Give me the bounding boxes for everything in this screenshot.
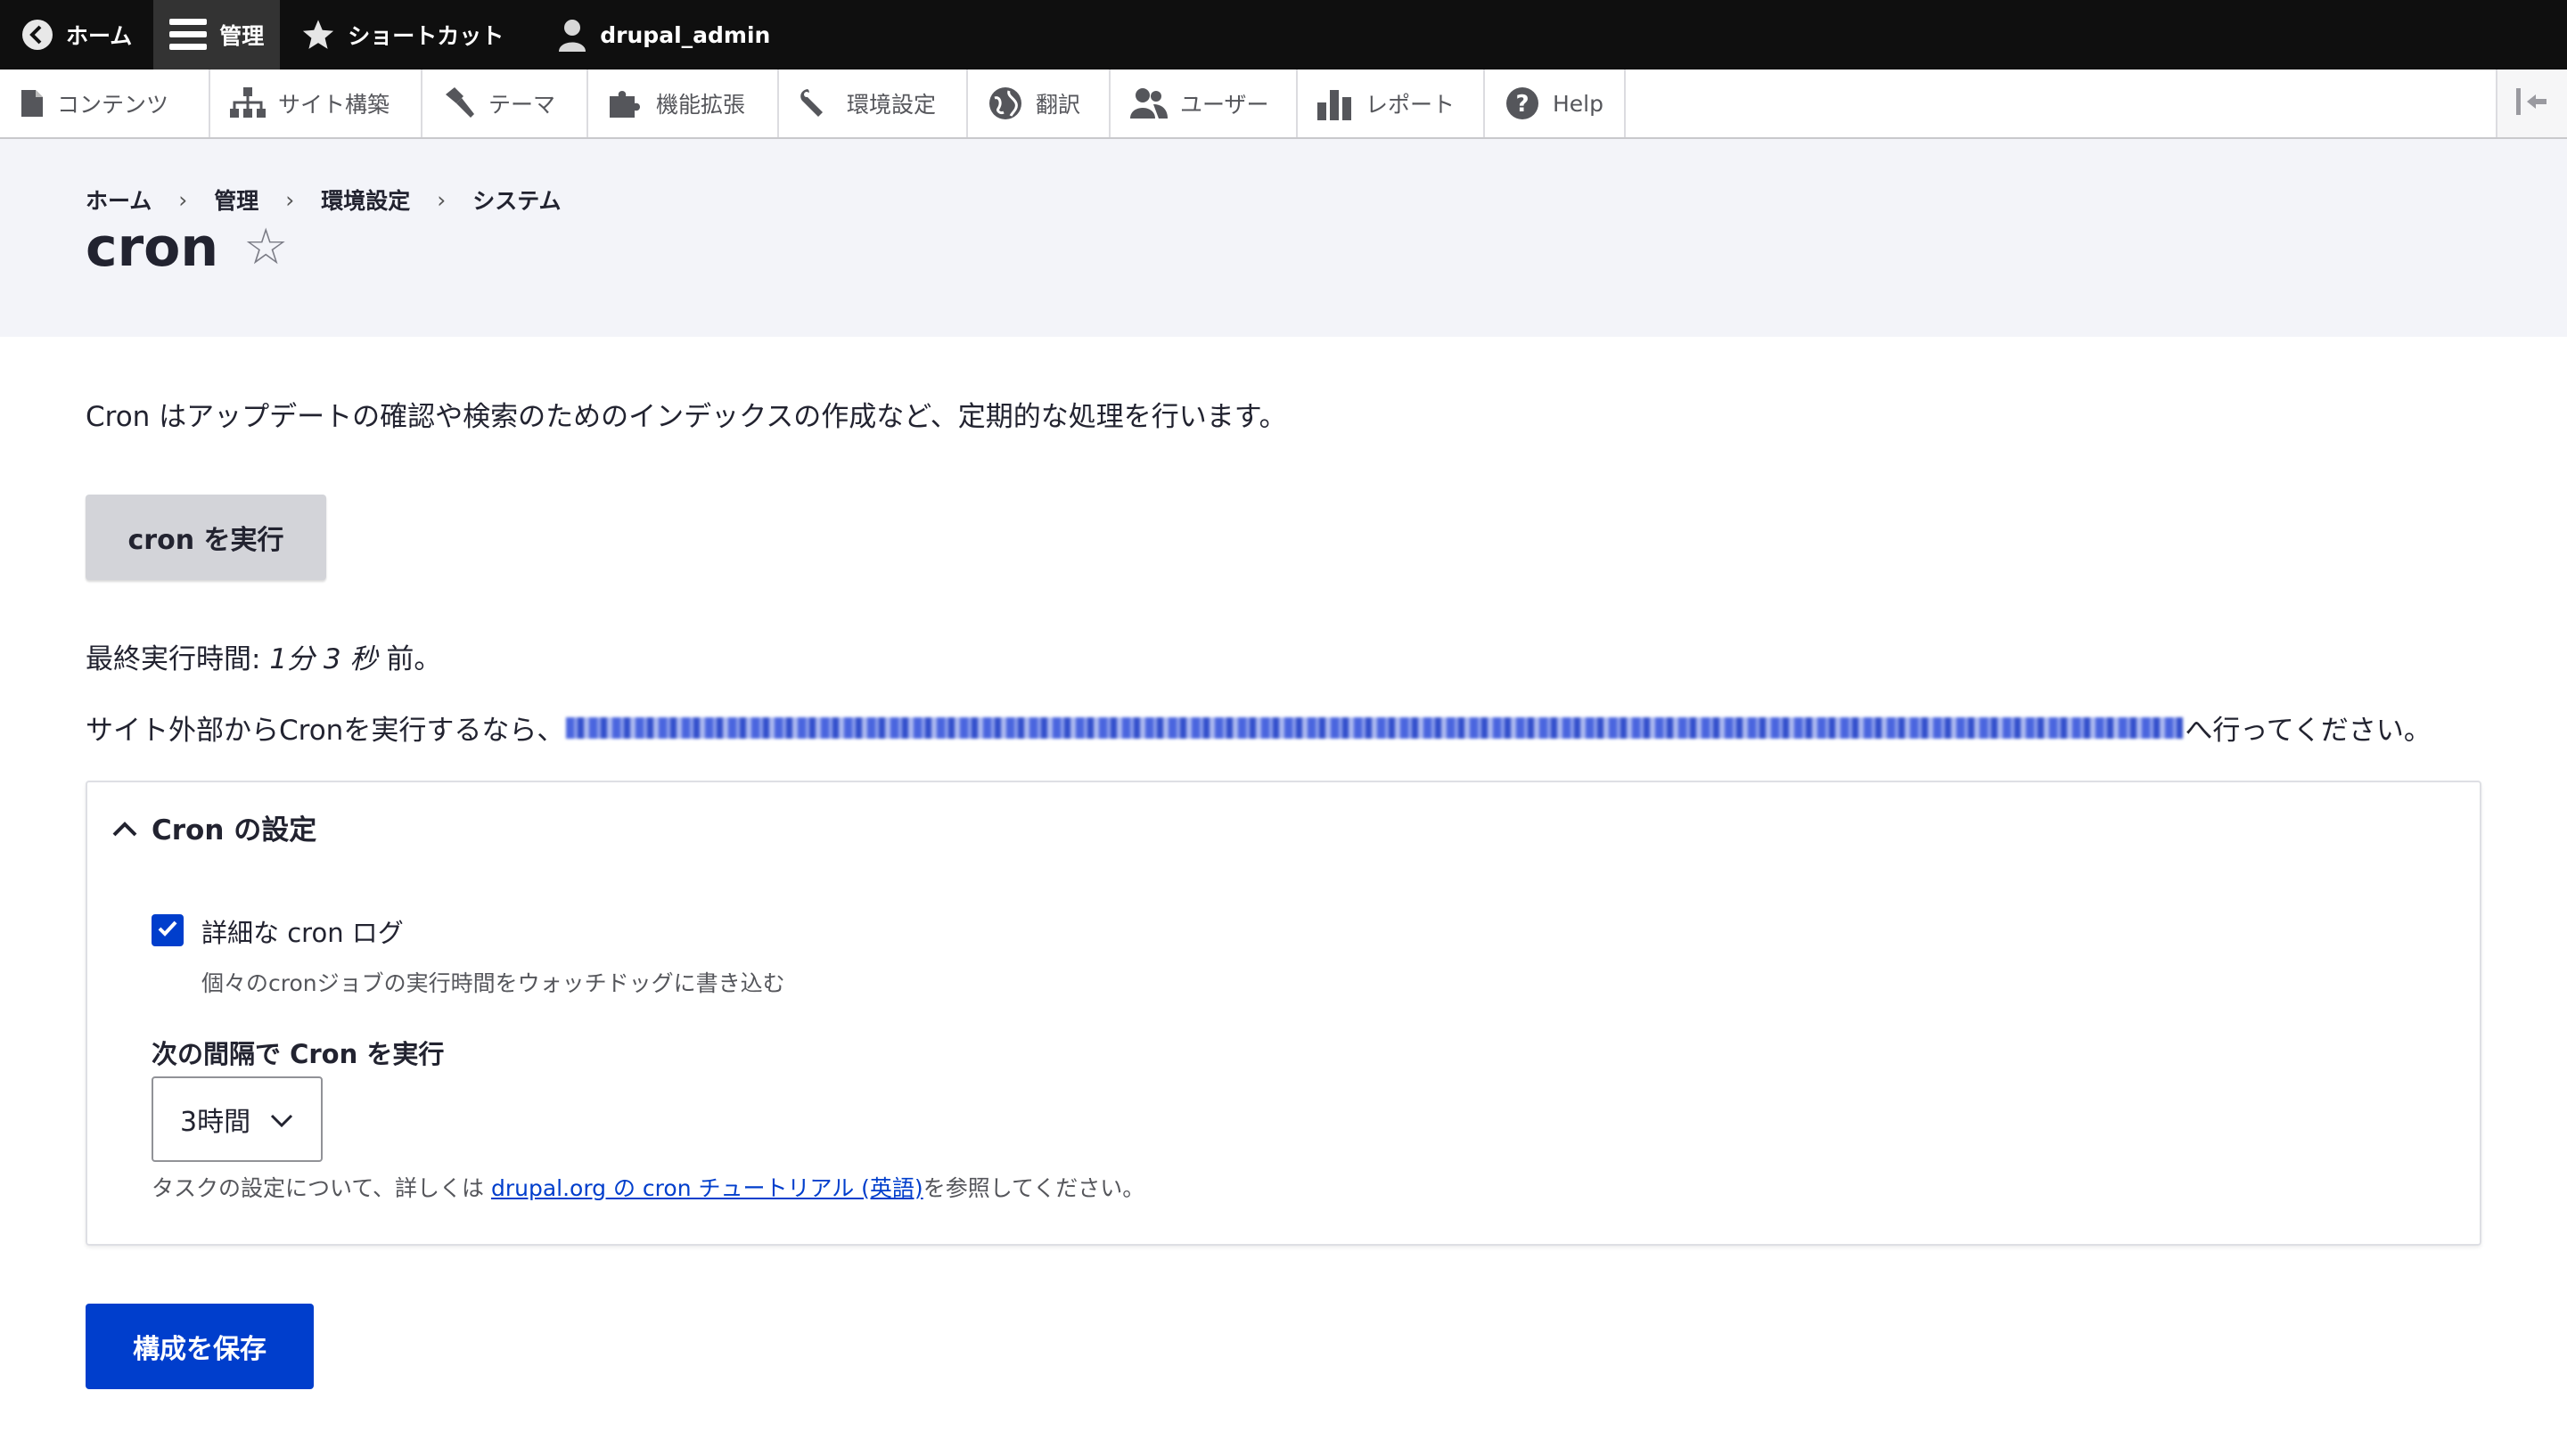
last-run-suffix: 前。 [377,643,442,675]
page-header: ホーム › 管理 › 環境設定 › システム cron ☆ [0,139,2567,337]
tray-item-label: Help [1553,90,1603,117]
external-cron-url-link[interactable] [566,716,2184,739]
interval-select-value: 3時間 [180,1107,251,1138]
tray-item-translation[interactable]: 翻訳 [968,70,1111,137]
collapse-left-icon [2516,88,2548,119]
chevron-up-icon [112,812,137,844]
checkmark-icon [157,920,178,941]
shortcut-star-icon[interactable]: ☆ [243,223,288,273]
toolbar-shortcuts-tab[interactable]: ショートカット [280,0,525,70]
external-cron-suffix: へ行ってください。 [2185,715,2432,747]
user-icon [557,18,587,52]
file-icon [20,88,45,119]
toolbar-manage-label: 管理 [219,23,265,49]
tray-item-help[interactable]: ? Help [1485,70,1626,137]
cron-settings-details: Cron の設定 詳細な cron ログ 個々のcronジョブの実行時間をウォッ… [86,781,2481,1246]
tray-item-label: テーマ [488,92,556,118]
paintbrush-icon [442,87,476,119]
wrench-icon [799,87,834,119]
chevron-down-icon [270,1104,293,1135]
toolbar-user-tab[interactable]: drupal_admin [525,0,791,70]
toolbar-user-label: drupal_admin [600,21,771,48]
breadcrumb-separator: › [178,186,188,213]
cron-settings-summary[interactable]: Cron の設定 [112,807,316,847]
tray-item-configuration[interactable]: 環境設定 [779,70,968,137]
tray-item-label: 環境設定 [847,92,937,118]
interval-select[interactable]: 3時間 [152,1076,323,1162]
cron-settings-title: Cron の設定 [152,814,317,847]
toolbar-manage-tab[interactable]: 管理 [153,0,281,70]
admin-toolbar: ホーム 管理 ショートカット drupal_admin [0,0,2567,70]
breadcrumb: ホーム › 管理 › 環境設定 › システム [86,184,562,216]
breadcrumb-separator: › [437,186,447,213]
last-run-value: 1分 3 秒 [269,643,378,675]
last-run-prefix: 最終実行時間: [86,643,270,675]
run-cron-button[interactable]: cron を実行 [86,495,326,580]
tray-item-content[interactable]: コンテンツ [0,70,210,137]
breadcrumb-separator: › [285,186,295,213]
interval-label: 次の間隔で Cron を実行 [152,1039,445,1069]
tray-item-label: レポート [1366,92,1456,118]
help-suffix: を参照してください。 [923,1175,1145,1201]
star-icon [301,18,335,52]
interval-help-text: タスクの設定について、詳しくは drupal.org の cron チュートリア… [152,1171,1144,1203]
tray-orientation-toggle[interactable] [2496,70,2567,137]
page-title: cron [86,217,219,279]
globe-icon [988,86,1023,121]
tray-item-structure[interactable]: サイト構築 [210,70,422,137]
verbose-logging-checkbox[interactable] [152,914,184,946]
save-configuration-button[interactable]: 構成を保存 [86,1304,314,1389]
breadcrumb-system-link[interactable]: システム [472,184,561,216]
tray-item-extend[interactable]: 機能拡張 [588,70,779,137]
breadcrumb-admin-link[interactable]: 管理 [214,184,258,216]
external-cron-text: サイト外部からCronを実行するなら、 へ行ってください。 [86,708,2432,748]
tray-item-label: コンテンツ [57,92,169,118]
tray-item-label: 機能拡張 [656,92,746,118]
back-arrow-icon [21,19,53,51]
sitemap-icon [230,87,266,119]
cron-description: Cron はアップデートの確認や検索のためのインデックスの作成など、定期的な処理… [86,401,1287,433]
toolbar-shortcuts-label: ショートカット [348,23,504,49]
help-icon: ? [1505,86,1540,121]
hamburger-icon [169,17,208,53]
tray-item-reports[interactable]: レポート [1298,70,1485,137]
help-prefix: タスクの設定について、詳しくは [152,1175,491,1201]
last-run-text: 最終実行時間: 1分 3 秒 前。 [86,636,441,676]
breadcrumb-config-link[interactable]: 環境設定 [321,184,410,216]
external-cron-prefix: サイト外部からCronを実行するなら、 [86,715,565,747]
admin-tray: コンテンツ サイト構築 テーマ 機能拡張 環境設定 翻訳 ユーザー レポート ?… [0,70,2567,139]
tray-item-label: 翻訳 [1036,92,1081,118]
page-title-row: cron ☆ [86,221,288,274]
people-icon [1130,86,1168,120]
tray-item-people[interactable]: ユーザー [1111,70,1298,137]
toolbar-home-link[interactable]: ホーム [0,0,153,70]
puzzle-icon [608,87,644,119]
svg-text:?: ? [1515,91,1529,118]
verbose-logging-description: 個々のcronジョブの実行時間をウォッチドッグに書き込む [201,970,785,996]
tray-item-label: サイト構築 [278,92,390,118]
cron-tutorial-link[interactable]: drupal.org の cron チュートリアル (英語) [491,1175,923,1201]
tray-item-appearance[interactable]: テーマ [422,70,588,137]
verbose-logging-label[interactable]: 詳細な cron ログ [201,912,404,950]
tray-item-label: ユーザー [1180,92,1269,118]
toolbar-home-label: ホーム [66,23,133,49]
bar-chart-icon [1317,86,1353,120]
breadcrumb-home-link[interactable]: ホーム [86,184,152,216]
